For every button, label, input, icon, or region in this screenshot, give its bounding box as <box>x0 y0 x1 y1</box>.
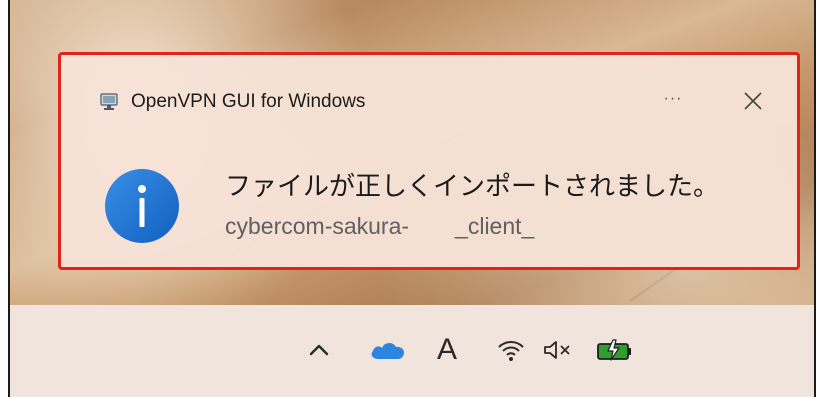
onedrive-button[interactable] <box>366 330 410 370</box>
wifi-button[interactable] <box>494 330 528 370</box>
battery-button[interactable] <box>592 330 638 370</box>
toast-header: OpenVPN GUI for Windows <box>99 90 365 114</box>
close-icon <box>744 92 762 110</box>
chevron-up-icon <box>309 344 329 356</box>
input-indicator-button[interactable]: A <box>430 330 464 370</box>
speaker-muted-icon <box>544 341 570 359</box>
close-button[interactable] <box>737 85 769 117</box>
openvpn-monitor-icon <box>99 92 119 112</box>
cloud-icon <box>371 342 405 359</box>
volume-button[interactable] <box>538 330 578 370</box>
show-hidden-icons-button[interactable] <box>302 330 336 370</box>
battery-charging-icon <box>597 339 631 361</box>
input-indicator-label: A <box>436 333 457 366</box>
more-options-button[interactable]: ··· <box>657 85 689 113</box>
taskbar <box>10 305 814 397</box>
wifi-icon <box>498 341 524 361</box>
info-icon <box>103 167 181 245</box>
toast-notification[interactable]: OpenVPN GUI for Windows ··· ファイルが正しくインポー… <box>58 52 800 270</box>
notification-title: ファイルが正しくインポートされました。 <box>225 171 720 201</box>
notification-body: cybercom-sakura- _client_ <box>225 213 535 239</box>
app-name: OpenVPN GUI for Windows <box>131 91 366 112</box>
screenshot-frame: OpenVPN GUI for Windows ··· ファイルが正しくインポー… <box>8 0 816 397</box>
